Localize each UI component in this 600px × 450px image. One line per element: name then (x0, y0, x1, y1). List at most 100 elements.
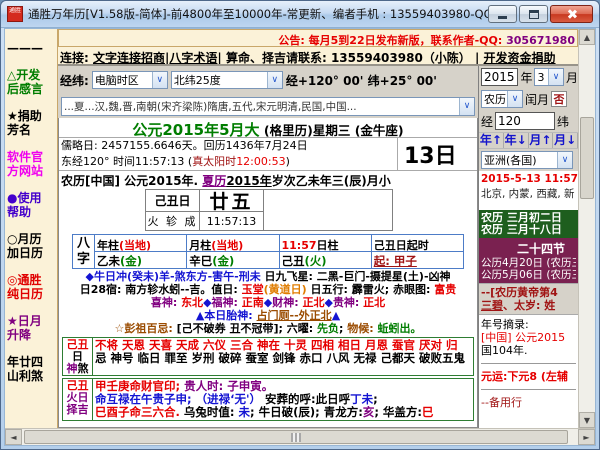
taisui-line: 三碧、太岁: 姓 (481, 299, 576, 312)
year-label: 年 (520, 69, 532, 86)
scroll-down-icon[interactable]: ▼ (579, 412, 595, 428)
sidebar-item-help[interactable]: ●使用 帮助 (7, 191, 57, 219)
latitude-select[interactable]: 北纬25度 ∨ (171, 71, 283, 89)
title-bar: 通胜 通胜万年历[V1.58版-简体]-前4800年至10000年-常更新、编者… (1, 1, 599, 28)
spare-line: --备用行 (481, 396, 576, 409)
minimize-icon (498, 16, 507, 19)
date-nav-buttons: 年↑ 年↓ 月↑ 月↓ (479, 132, 578, 149)
close-button[interactable] (550, 5, 593, 23)
day-time: 11:57:13 (200, 212, 264, 230)
scroll-up-icon[interactable]: ▲ (579, 29, 595, 45)
announcement-bar: 公告: 每月5到22日发布新版，联系作者-QQ: 305671980 (58, 29, 578, 47)
leap-month-label: 闰月 (525, 91, 549, 108)
sidebar-item-official-site[interactable]: 软件官 方网站 (7, 150, 57, 178)
bazi-label: 八 字 (73, 235, 95, 268)
month-down-button[interactable]: 月↓ (553, 133, 578, 148)
zeji-line-1: 甲壬庚命财官印; 贵人时: 子申寅。 (95, 380, 471, 393)
huangdi-era-line: --[农历黄帝第4 (481, 286, 576, 299)
horizontal-scrollbar[interactable]: ◄ ► (5, 428, 595, 445)
sidebar-item-dev-notes[interactable]: △开发 后感言 (7, 68, 57, 96)
year-input[interactable] (481, 68, 518, 86)
shensha-label: 己丑 日 神煞 (63, 338, 93, 375)
chevron-down-icon: ∨ (152, 72, 167, 88)
era-select[interactable]: ...夏...汉,魏,晋,南朝(宋齐梁陈)隋唐,五代,宋元明清,民国,中国...… (61, 97, 475, 116)
window-title: 通胜万年历[V1.58版-简体]-前4800年至10000年-常更新、编者手机 … (28, 6, 488, 22)
maximize-button[interactable] (519, 5, 548, 23)
yuanyun-line: 元运:下元8 (左辅 (481, 370, 576, 383)
era-extract-country-line: [中国] 公元2015 (481, 331, 576, 344)
zeji-table: 己丑 火日 择吉 甲壬庚命财官印; 贵人时: 子申寅。 命互禄在午贵子申; （进… (62, 378, 474, 421)
calendar-main-panel: 公元2015年5月大 (格里历)星期三 (金牛座) 儒略日: 2457155.6… (58, 118, 478, 428)
bazi-year-column: 年柱(当地) 乙未(金) (95, 235, 187, 268)
horizontal-scroll-track[interactable] (22, 429, 578, 445)
window-controls (488, 5, 593, 23)
region-select[interactable]: 亚洲(各国) ∨ (481, 151, 573, 169)
month-label: 月 (566, 69, 578, 86)
day-number: 13日 (397, 138, 477, 170)
shensha-inauspicious-line: 忌 神号 临日 罪至 岁刑 破碎 蚕室 剑锋 赤口 八风 无禄 己都天 破败五鬼 (95, 352, 471, 365)
vertical-scroll-thumb[interactable] (580, 117, 594, 199)
current-datetime: 2015-5-13 11:57:2 (479, 171, 578, 185)
vertical-scrollbar[interactable]: ▲ ▼ (578, 29, 595, 428)
scroll-left-icon[interactable]: ◄ (5, 429, 22, 445)
left-sidebar: ——— △开发 后感言 ★捐助 芳名 软件官 方网站 ●使用 帮助 ○月历 加日… (5, 29, 58, 428)
chevron-down-icon: ∨ (459, 98, 474, 115)
horizontal-scroll-thumb[interactable] (24, 430, 568, 444)
solar-term-line: 公历4月20日 (农历三 (481, 257, 576, 269)
era-toolbar: ...夏...汉,魏,晋,南朝(宋齐梁陈)隋唐,五代,宋元明清,民国,中国...… (58, 94, 478, 118)
true-solar-time-line: 东经120° 时间11:57:13 (真太阳时12:00:53) (61, 154, 397, 170)
calendar-type-select[interactable]: 农历 ∨ (481, 90, 523, 108)
sidebar-item-dashes[interactable]: ——— (7, 41, 57, 55)
chevron-down-icon: ∨ (267, 72, 282, 88)
leap-month-value[interactable]: 否 (551, 91, 567, 107)
minimize-button[interactable] (488, 5, 517, 23)
lunar-year-line: 农历[中国] 公元2015年. 夏历2015年岁次乙未年三(辰)月小 (59, 171, 477, 188)
year-up-button[interactable]: 年↑ (479, 133, 504, 148)
month-select[interactable]: 3 ∨ (534, 68, 564, 86)
window-content: ——— △开发 后感言 ★捐助 芳名 软件官 方网站 ●使用 帮助 ○月历 加日… (4, 28, 596, 446)
app-window: 通胜 通胜万年历[V1.58版-简体]-前4800年至10000年-常更新、编者… (0, 0, 600, 450)
star-mansion-line: 日28宿: 南方轸水蚓--吉。值日: 玉堂(黄道日) 日五行: 霹雷火; 赤眼图… (59, 283, 477, 296)
sidebar-item-month-calendar[interactable]: ○月历 加日历 (7, 232, 57, 260)
timezone-select[interactable]: 电脑时区 ∨ (92, 71, 168, 89)
shensha-auspicious-line: 不将 天恩 天喜 天成 六仪 三合 神在 十灵 四相 相日 月恩 蚕官 厌对 归 (95, 339, 471, 352)
maximize-icon (529, 10, 539, 19)
close-icon (566, 8, 578, 20)
lunar-day-number: 廿五 (200, 190, 264, 212)
day-table-empty-cell (264, 190, 392, 230)
region-list: 北京, 内蒙, 西藏, 新 (479, 185, 578, 199)
chong-sha-line: ◆牛日冲(癸未)羊-煞东方-害午-刑未 日九飞星: 二黑-巨门-摄提星(土)-凶… (59, 270, 477, 283)
era-extract-title: 年号摘录: (481, 318, 576, 331)
lunar-festival-line: 农历 三月初二日 (481, 212, 576, 224)
chevron-down-icon: ∨ (507, 91, 522, 107)
app-icon[interactable]: 通胜 (7, 6, 23, 22)
julian-line: 儒略日: 2457155.6646天。回历1436年7月24日 (61, 138, 397, 154)
scroll-right-icon[interactable]: ► (578, 429, 595, 445)
solar-term-line: 公历5月06日 (农历三 (481, 269, 576, 281)
chevron-down-icon: ∨ (557, 152, 572, 168)
day-ganzhi: 己丑日 (146, 190, 200, 212)
zeji-line-2: 命互禄在午贵子申; （进禄‘无'） 安葬的呼:此日呼丁未; (95, 393, 471, 406)
month-up-button[interactable]: 月↑ (529, 133, 554, 148)
latitude-label: 纬 (557, 113, 569, 130)
bazi-month-column: 月柱(当地) 辛巳(金) (187, 235, 279, 268)
sidebar-item-sun-moon[interactable]: ★日月 升降 (7, 314, 57, 342)
sidebar-item-tungshing-calendar[interactable]: ◎通胜 纯日历 (7, 273, 57, 301)
jingwei-label: 经纬: (60, 72, 89, 89)
sidebar-item-donors[interactable]: ★捐助 芳名 (7, 109, 57, 137)
zeji-line-3: 巳酉子命三六合. 乌兔时值: 未; 牛日破(辰); 青龙方:亥; 华盖方:巳 (95, 406, 471, 419)
lunar-festival-block: 农历 三月初二日 农历 三月十八日 (479, 210, 578, 238)
longitude-input[interactable] (495, 112, 555, 130)
longitude-label: 经 (481, 113, 493, 130)
era-extract-year-line: 国104年. (481, 344, 576, 357)
sidebar-item-24-mountains[interactable]: 年廿四 山利煞 (7, 355, 57, 383)
day-info-table: 己丑日 廿五 火 轸 成 11:57:13 (145, 189, 393, 231)
era-extract-block: 年号摘录: [中国] 公元2015 国104年. 元运:下元8 (左辅 --备用… (479, 315, 578, 428)
year-down-button[interactable]: 年↓ (504, 133, 529, 148)
vertical-scroll-track[interactable] (579, 45, 595, 412)
links-bar[interactable]: 连接: 文字连接招商|八字术语| 算命、择吉请联系: 13559403980（小… (58, 47, 578, 66)
solar-terms-block: 二十四节 公历4月20日 (农历三 公历5月06日 (农历三 (479, 238, 578, 283)
scrollbar-grip-icon (291, 433, 301, 442)
solar-terms-title: 二十四节 (481, 240, 576, 257)
zeji-label: 己丑 火日 择吉 (63, 379, 93, 420)
